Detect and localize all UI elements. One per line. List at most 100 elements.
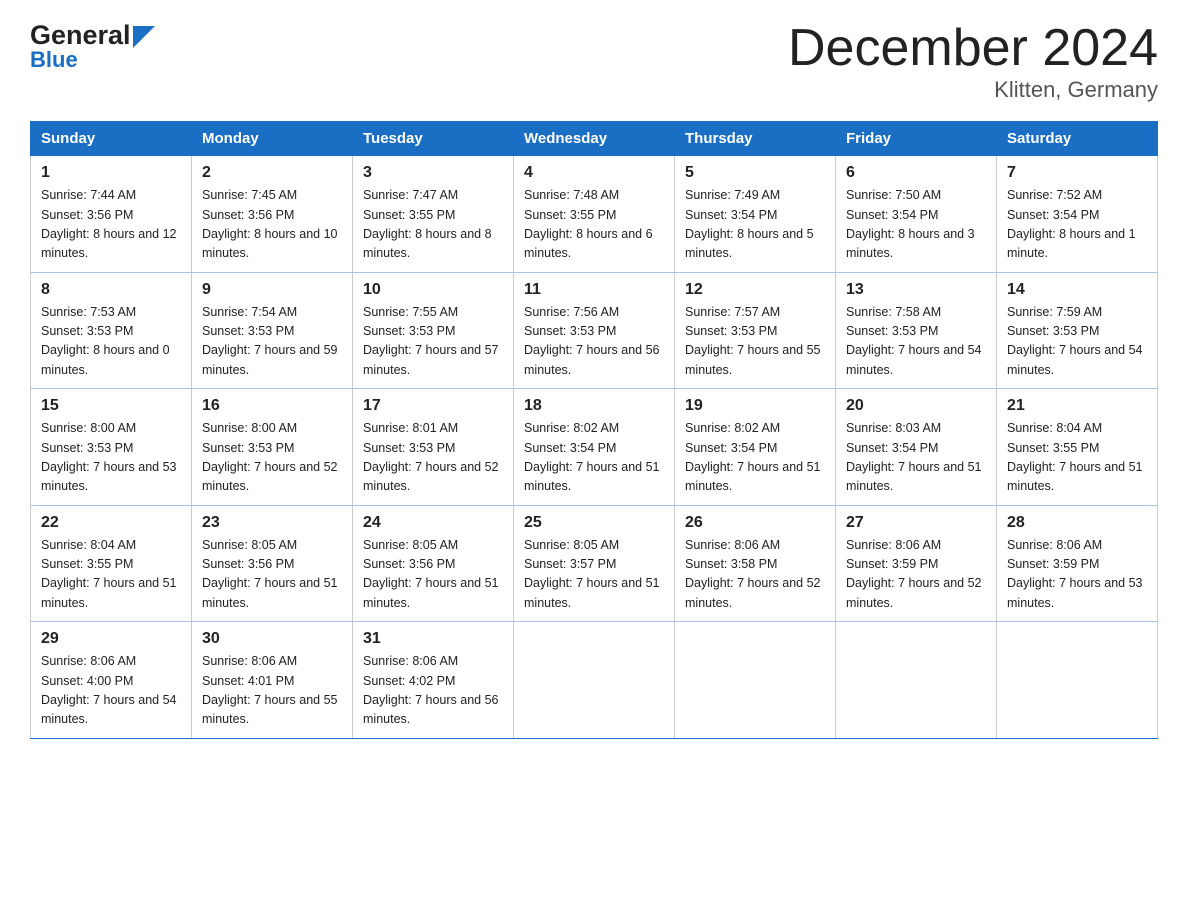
day-number: 23 <box>202 514 342 532</box>
day-number: 5 <box>685 164 825 182</box>
calendar-header-row: SundayMondayTuesdayWednesdayThursdayFrid… <box>31 122 1158 156</box>
day-number: 24 <box>363 514 503 532</box>
day-number: 9 <box>202 281 342 299</box>
day-number: 30 <box>202 630 342 648</box>
calendar-week-row: 15 Sunrise: 8:00 AMSunset: 3:53 PMDayligh… <box>31 389 1158 506</box>
calendar-cell: 13Sunrise: 7:58 AMSunset: 3:53 PMDayligh… <box>836 272 997 389</box>
calendar-week-row: 1 Sunrise: 7:44 AMSunset: 3:56 PMDaylight… <box>31 156 1158 273</box>
day-number: 10 <box>363 281 503 299</box>
day-info: Sunrise: 7:44 AMSunset: 3:56 PMDaylight:… <box>41 186 181 264</box>
day-info: Sunrise: 7:59 AMSunset: 3:53 PMDaylight:… <box>1007 303 1147 381</box>
column-header-monday: Monday <box>192 122 353 156</box>
logo: General Blue <box>30 20 155 73</box>
calendar-cell: 4 Sunrise: 7:48 AMSunset: 3:55 PMDaylight… <box>514 156 675 273</box>
day-info: Sunrise: 7:54 AMSunset: 3:53 PMDaylight:… <box>202 303 342 381</box>
day-info: Sunrise: 7:58 AMSunset: 3:53 PMDaylight:… <box>846 303 986 381</box>
day-info: Sunrise: 7:49 AMSunset: 3:54 PMDaylight:… <box>685 186 825 264</box>
day-info: Sunrise: 7:48 AMSunset: 3:55 PMDaylight:… <box>524 186 664 264</box>
day-info: Sunrise: 7:50 AMSunset: 3:54 PMDaylight:… <box>846 186 986 264</box>
calendar-table: SundayMondayTuesdayWednesdayThursdayFrid… <box>30 121 1158 739</box>
day-info: Sunrise: 7:45 AMSunset: 3:56 PMDaylight:… <box>202 186 342 264</box>
day-info: Sunrise: 7:47 AMSunset: 3:55 PMDaylight:… <box>363 186 503 264</box>
day-number: 28 <box>1007 514 1147 532</box>
day-number: 16 <box>202 397 342 415</box>
calendar-cell: 15 Sunrise: 8:00 AMSunset: 3:53 PMDayligh… <box>31 389 192 506</box>
title-block: December 2024 Klitten, Germany <box>788 20 1158 103</box>
page-subtitle: Klitten, Germany <box>788 77 1158 103</box>
day-number: 18 <box>524 397 664 415</box>
day-info: Sunrise: 8:06 AMSunset: 4:01 PMDaylight:… <box>202 652 342 730</box>
day-number: 22 <box>41 514 181 532</box>
column-header-friday: Friday <box>836 122 997 156</box>
logo-blue-text: Blue <box>30 47 78 73</box>
calendar-cell: 2 Sunrise: 7:45 AMSunset: 3:56 PMDaylight… <box>192 156 353 273</box>
day-info: Sunrise: 8:02 AMSunset: 3:54 PMDaylight:… <box>685 419 825 497</box>
day-info: Sunrise: 8:06 AMSunset: 4:02 PMDaylight:… <box>363 652 503 730</box>
day-info: Sunrise: 7:55 AMSunset: 3:53 PMDaylight:… <box>363 303 503 381</box>
day-info: Sunrise: 8:06 AMSunset: 3:59 PMDaylight:… <box>1007 536 1147 614</box>
calendar-cell <box>675 622 836 739</box>
day-number: 3 <box>363 164 503 182</box>
calendar-cell: 14Sunrise: 7:59 AMSunset: 3:53 PMDayligh… <box>997 272 1158 389</box>
calendar-cell: 6 Sunrise: 7:50 AMSunset: 3:54 PMDaylight… <box>836 156 997 273</box>
day-number: 11 <box>524 281 664 299</box>
calendar-cell: 8 Sunrise: 7:53 AMSunset: 3:53 PMDaylight… <box>31 272 192 389</box>
calendar-cell: 18Sunrise: 8:02 AMSunset: 3:54 PMDayligh… <box>514 389 675 506</box>
day-info: Sunrise: 8:05 AMSunset: 3:56 PMDaylight:… <box>202 536 342 614</box>
day-info: Sunrise: 8:01 AMSunset: 3:53 PMDaylight:… <box>363 419 503 497</box>
day-info: Sunrise: 8:06 AMSunset: 4:00 PMDaylight:… <box>41 652 181 730</box>
day-info: Sunrise: 7:53 AMSunset: 3:53 PMDaylight:… <box>41 303 181 381</box>
logo-arrow-icon <box>133 26 155 48</box>
calendar-cell: 30 Sunrise: 8:06 AMSunset: 4:01 PMDayligh… <box>192 622 353 739</box>
calendar-cell: 11 Sunrise: 7:56 AMSunset: 3:53 PMDayligh… <box>514 272 675 389</box>
calendar-cell: 19 Sunrise: 8:02 AMSunset: 3:54 PMDayligh… <box>675 389 836 506</box>
day-info: Sunrise: 8:05 AMSunset: 3:56 PMDaylight:… <box>363 536 503 614</box>
day-number: 7 <box>1007 164 1147 182</box>
calendar-cell: 3 Sunrise: 7:47 AMSunset: 3:55 PMDaylight… <box>353 156 514 273</box>
day-number: 8 <box>41 281 181 299</box>
day-info: Sunrise: 8:00 AMSunset: 3:53 PMDaylight:… <box>202 419 342 497</box>
calendar-cell: 25 Sunrise: 8:05 AMSunset: 3:57 PMDayligh… <box>514 505 675 622</box>
day-number: 21 <box>1007 397 1147 415</box>
day-number: 4 <box>524 164 664 182</box>
day-number: 27 <box>846 514 986 532</box>
calendar-cell: 12Sunrise: 7:57 AMSunset: 3:53 PMDayligh… <box>675 272 836 389</box>
calendar-cell: 20Sunrise: 8:03 AMSunset: 3:54 PMDayligh… <box>836 389 997 506</box>
calendar-cell <box>514 622 675 739</box>
calendar-cell: 28 Sunrise: 8:06 AMSunset: 3:59 PMDayligh… <box>997 505 1158 622</box>
calendar-cell: 10 Sunrise: 7:55 AMSunset: 3:53 PMDayligh… <box>353 272 514 389</box>
day-info: Sunrise: 7:56 AMSunset: 3:53 PMDaylight:… <box>524 303 664 381</box>
day-info: Sunrise: 8:05 AMSunset: 3:57 PMDaylight:… <box>524 536 664 614</box>
day-info: Sunrise: 8:00 AMSunset: 3:53 PMDaylight:… <box>41 419 181 497</box>
day-number: 26 <box>685 514 825 532</box>
day-number: 1 <box>41 164 181 182</box>
calendar-cell: 29 Sunrise: 8:06 AMSunset: 4:00 PMDayligh… <box>31 622 192 739</box>
day-info: Sunrise: 8:04 AMSunset: 3:55 PMDaylight:… <box>41 536 181 614</box>
day-number: 2 <box>202 164 342 182</box>
day-number: 19 <box>685 397 825 415</box>
day-info: Sunrise: 8:04 AMSunset: 3:55 PMDaylight:… <box>1007 419 1147 497</box>
calendar-cell: 27 Sunrise: 8:06 AMSunset: 3:59 PMDayligh… <box>836 505 997 622</box>
column-header-tuesday: Tuesday <box>353 122 514 156</box>
calendar-cell: 23 Sunrise: 8:05 AMSunset: 3:56 PMDayligh… <box>192 505 353 622</box>
column-header-wednesday: Wednesday <box>514 122 675 156</box>
column-header-sunday: Sunday <box>31 122 192 156</box>
day-number: 17 <box>363 397 503 415</box>
calendar-cell <box>997 622 1158 739</box>
calendar-week-row: 29 Sunrise: 8:06 AMSunset: 4:00 PMDayligh… <box>31 622 1158 739</box>
calendar-cell: 1 Sunrise: 7:44 AMSunset: 3:56 PMDaylight… <box>31 156 192 273</box>
day-number: 6 <box>846 164 986 182</box>
day-number: 29 <box>41 630 181 648</box>
day-number: 25 <box>524 514 664 532</box>
page-header: General Blue December 2024 Klitten, Germ… <box>30 20 1158 103</box>
calendar-cell: 21 Sunrise: 8:04 AMSunset: 3:55 PMDayligh… <box>997 389 1158 506</box>
day-number: 31 <box>363 630 503 648</box>
calendar-cell <box>836 622 997 739</box>
day-number: 15 <box>41 397 181 415</box>
calendar-cell: 24 Sunrise: 8:05 AMSunset: 3:56 PMDayligh… <box>353 505 514 622</box>
calendar-cell: 17 Sunrise: 8:01 AMSunset: 3:53 PMDayligh… <box>353 389 514 506</box>
calendar-cell: 7Sunrise: 7:52 AMSunset: 3:54 PMDaylight… <box>997 156 1158 273</box>
day-number: 12 <box>685 281 825 299</box>
calendar-week-row: 8 Sunrise: 7:53 AMSunset: 3:53 PMDaylight… <box>31 272 1158 389</box>
day-info: Sunrise: 8:06 AMSunset: 3:59 PMDaylight:… <box>846 536 986 614</box>
